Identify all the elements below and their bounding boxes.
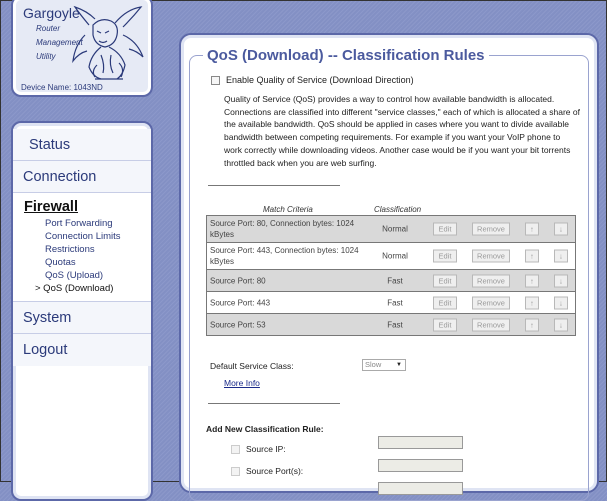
default-service-class-label: Default Service Class:	[210, 361, 294, 371]
move-down-button[interactable]: ↓	[554, 296, 568, 309]
table-row: Source Port: 443 Fast Edit Remove ↑ ↓	[206, 291, 576, 314]
move-down-button[interactable]: ↓	[554, 222, 568, 236]
qos-description: Quality of Service (QoS) provides a way …	[224, 94, 580, 168]
more-info-link[interactable]: More Info	[224, 378, 260, 388]
sidebar-item-qos-upload[interactable]: QoS (Upload)	[13, 269, 151, 282]
edit-button[interactable]: Edit	[433, 274, 457, 287]
header-logo-box: Gargoyle Router Management Utility Devic…	[11, 0, 153, 97]
source-ip-input[interactable]	[378, 436, 463, 449]
add-rule-title: Add New Classification Rule:	[206, 424, 324, 434]
sidebar-item-connection-limits[interactable]: Connection Limits	[13, 230, 151, 243]
sidebar-item-qos-download[interactable]: > QoS (Download)	[13, 282, 151, 295]
source-ip-checkbox[interactable]	[231, 444, 240, 454]
source-port-checkbox[interactable]	[231, 466, 240, 476]
sidebar-nav: Status Connection Firewall Port Forwardi…	[11, 121, 153, 501]
source-port-row: Source Port(s):	[231, 466, 303, 476]
move-down-button[interactable]: ↓	[554, 318, 568, 331]
sidebar-item-firewall[interactable]: Firewall	[13, 193, 151, 217]
rule-classification: Normal	[382, 251, 408, 261]
edit-button[interactable]: Edit	[433, 296, 457, 309]
divider	[208, 185, 340, 186]
source-ip-row: Source IP:	[231, 444, 286, 454]
sidebar-item-logout[interactable]: Logout	[13, 334, 151, 366]
next-field-input[interactable]	[378, 482, 463, 495]
move-up-button[interactable]: ↑	[525, 249, 539, 263]
app-subtitle-line-1: Router	[36, 24, 61, 33]
rule-criteria: Source Port: 443, Connection bytes: 1024…	[210, 246, 359, 266]
sidebar-firewall-group: Firewall Port Forwarding Connection Limi…	[13, 193, 151, 302]
sidebar-item-quotas[interactable]: Quotas	[13, 256, 151, 269]
sidebar-item-status[interactable]: Status	[13, 129, 151, 161]
sidebar-item-connection[interactable]: Connection	[13, 161, 151, 193]
rule-criteria: Source Port: 80, Connection bytes: 1024 …	[210, 219, 355, 239]
default-service-class-select[interactable]: Slow ▼	[362, 359, 406, 371]
enable-qos-row: Enable Quality of Service (Download Dire…	[211, 75, 414, 85]
sidebar-item-restrictions[interactable]: Restrictions	[13, 243, 151, 256]
table-row: Source Port: 53 Fast Edit Remove ↑ ↓	[206, 313, 576, 336]
source-ip-label: Source IP:	[246, 444, 286, 454]
table-row: Source Port: 80 Fast Edit Remove ↑ ↓	[206, 269, 576, 292]
move-down-button[interactable]: ↓	[554, 274, 568, 287]
move-down-button[interactable]: ↓	[554, 249, 568, 263]
edit-button[interactable]: Edit	[433, 249, 457, 263]
rule-criteria: Source Port: 80	[210, 276, 266, 285]
dropdown-arrow-icon: ▼	[396, 362, 402, 368]
move-up-button[interactable]: ↑	[525, 274, 539, 287]
column-header-match-criteria: Match Criteria	[263, 205, 313, 214]
rule-classification: Fast	[387, 298, 403, 307]
divider	[208, 403, 340, 404]
rule-criteria: Source Port: 53	[210, 320, 266, 329]
rule-classification: Fast	[387, 320, 403, 329]
table-row: Source Port: 80, Connection bytes: 1024 …	[206, 215, 576, 243]
gargoyle-logo-icon	[72, 5, 144, 80]
edit-button[interactable]: Edit	[433, 318, 457, 331]
remove-button[interactable]: Remove	[472, 296, 510, 309]
remove-button[interactable]: Remove	[472, 318, 510, 331]
remove-button[interactable]: Remove	[472, 274, 510, 287]
move-up-button[interactable]: ↑	[525, 318, 539, 331]
move-up-button[interactable]: ↑	[525, 296, 539, 309]
enable-qos-checkbox[interactable]	[211, 75, 220, 85]
sidebar-item-port-forwarding[interactable]: Port Forwarding	[13, 217, 151, 230]
main-panel: QoS (Download) -- Classification Rules E…	[179, 33, 599, 501]
remove-button[interactable]: Remove	[472, 222, 510, 236]
sidebar-item-system[interactable]: System	[13, 302, 151, 334]
table-row: Source Port: 443, Connection bytes: 1024…	[206, 242, 576, 270]
source-port-input[interactable]	[378, 459, 463, 472]
page-title: QoS (Download) -- Classification Rules	[203, 47, 489, 64]
move-up-button[interactable]: ↑	[525, 222, 539, 236]
rule-classification: Fast	[387, 276, 403, 285]
app-subtitle-line-3: Utility	[36, 52, 56, 61]
source-port-label: Source Port(s):	[246, 466, 304, 476]
enable-qos-label: Enable Quality of Service (Download Dire…	[226, 75, 414, 85]
remove-button[interactable]: Remove	[472, 249, 510, 263]
default-service-class-value: Slow	[365, 360, 382, 369]
device-name: Device Name: 1043ND	[21, 83, 103, 92]
column-header-classification: Classification	[374, 205, 422, 214]
rule-classification: Normal	[382, 224, 408, 234]
rule-criteria: Source Port: 443	[210, 298, 271, 307]
rules-table: Source Port: 80, Connection bytes: 1024 …	[206, 215, 576, 336]
edit-button[interactable]: Edit	[433, 222, 457, 236]
